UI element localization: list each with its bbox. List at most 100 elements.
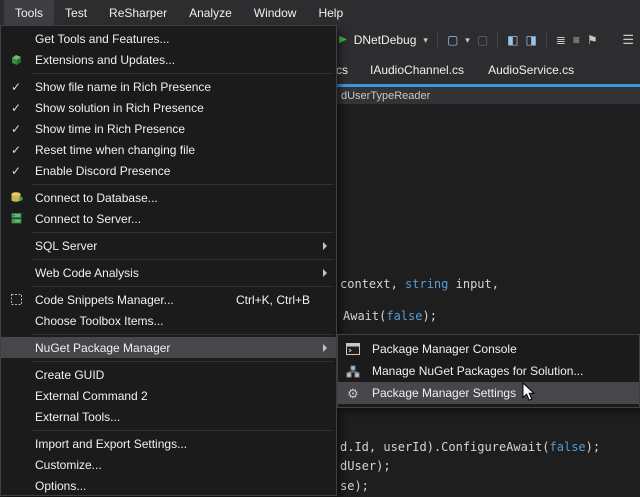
tools-menu: Get Tools and Features... Extensions and…: [0, 25, 337, 496]
toolbar-separator: [437, 32, 438, 48]
menubar-analyze[interactable]: Analyze: [178, 0, 243, 25]
debug-target-label[interactable]: DNetDebug: [354, 33, 417, 47]
menu-item-import-and-export-settings[interactable]: Import and Export Settings...: [1, 433, 336, 454]
code-text: );: [422, 309, 436, 323]
menu-item-web-code-analysis[interactable]: Web Code Analysis: [1, 262, 336, 283]
code-line[interactable]: context, string input,: [340, 277, 499, 291]
list-icon-2[interactable]: ≡: [573, 34, 580, 46]
manage-packages-icon: [338, 360, 368, 382]
navigation-breadcrumb[interactable]: dUserTypeReader: [341, 90, 430, 102]
code-text: );: [586, 440, 600, 454]
menu-bar: Tools Test ReSharper Analyze Window Help: [0, 0, 640, 25]
menu-item-customize[interactable]: Customize...: [1, 454, 336, 475]
tab-label: cs: [336, 63, 348, 77]
menu-item-external-tools[interactable]: External Tools...: [1, 406, 336, 427]
menubar-tools[interactable]: Tools: [4, 0, 54, 25]
nuget-submenu: Package Manager Console Manage NuGet Pac…: [337, 334, 640, 408]
chevron-down-icon[interactable]: ▾: [465, 35, 470, 46]
menubar-test[interactable]: Test: [54, 0, 98, 25]
menu-item-label: External Tools...: [35, 410, 120, 424]
menu-item-label: Enable Discord Presence: [35, 164, 170, 178]
checkmark-icon: ✓: [1, 97, 31, 118]
code-line[interactable]: Await(false);: [343, 309, 437, 323]
tab-audioservice[interactable]: AudioService.cs: [476, 55, 586, 84]
menubar-resharper[interactable]: ReSharper: [98, 0, 178, 25]
menu-item-show-file-name-rich-presence[interactable]: ✓ Show file name in Rich Presence: [1, 76, 336, 97]
bookmark-flag-icon[interactable]: ⚑: [587, 34, 598, 46]
code-keyword: false: [550, 440, 586, 454]
menu-item-label: NuGet Package Manager: [35, 341, 170, 355]
vs-window: context, string input, Await(false); d.I…: [0, 0, 640, 497]
menu-item-show-solution-rich-presence[interactable]: ✓ Show solution in Rich Presence: [1, 97, 336, 118]
menu-item-show-time-rich-presence[interactable]: ✓ Show time in Rich Presence: [1, 118, 336, 139]
code-line[interactable]: se);: [340, 479, 369, 493]
code-line[interactable]: dUser);: [340, 459, 391, 473]
code-line[interactable]: d.Id, userId).ConfigureAwait(false);: [340, 440, 600, 454]
submenu-arrow-icon: [323, 242, 327, 250]
menubar-label: Window: [254, 6, 297, 20]
code-text: se);: [340, 479, 369, 493]
menu-item-label: Connect to Server...: [35, 212, 141, 226]
menu-item-create-guid[interactable]: Create GUID: [1, 364, 336, 385]
menubar-label: ReSharper: [109, 6, 167, 20]
code-text: Await(: [343, 309, 386, 323]
toolbar-separator: [546, 32, 547, 48]
menu-item-label: Show solution in Rich Presence: [35, 101, 204, 115]
menu-item-external-command-2[interactable]: External Command 2: [1, 385, 336, 406]
tab-iaudiochannel[interactable]: IAudioChannel.cs: [358, 55, 476, 84]
start-debugging-icon[interactable]: ▶: [339, 35, 347, 45]
menu-item-label: External Command 2: [35, 389, 148, 403]
menu-item-reset-time-when-changing-file[interactable]: ✓ Reset time when changing file: [1, 139, 336, 160]
pane-right-icon[interactable]: ◨: [526, 34, 537, 46]
code-text: input,: [448, 277, 499, 291]
code-text: dUser);: [340, 459, 391, 473]
menu-item-label: Choose Toolbox Items...: [35, 314, 164, 328]
menu-item-nuget-package-manager[interactable]: NuGet Package Manager: [1, 337, 336, 358]
pane-left-icon[interactable]: ◧: [507, 34, 518, 46]
menu-item-connect-to-server[interactable]: Connect to Server...: [1, 208, 336, 229]
tab-label: AudioService.cs: [488, 63, 574, 77]
menu-item-enable-discord-presence[interactable]: ✓ Enable Discord Presence: [1, 160, 336, 181]
menu-item-code-snippets-manager[interactable]: Code Snippets Manager... Ctrl+K, Ctrl+B: [1, 289, 336, 310]
menu-item-label: Extensions and Updates...: [35, 53, 175, 67]
menubar-label: Help: [318, 6, 343, 20]
gear-icon: ⚙: [338, 382, 368, 404]
extensions-icon: [1, 49, 31, 70]
menu-item-label: Options...: [35, 479, 86, 493]
code-text: d.Id, userId).ConfigureAwait(: [340, 440, 550, 454]
menubar-window[interactable]: Window: [243, 0, 308, 25]
database-connect-icon: [1, 187, 31, 208]
menu-item-label: Reset time when changing file: [35, 143, 195, 157]
menu-item-label: Connect to Database...: [35, 191, 158, 205]
code-keyword: false: [386, 309, 422, 323]
menu-item-connect-to-database[interactable]: Connect to Database...: [1, 187, 336, 208]
menubar-label: Tools: [15, 6, 43, 20]
menu-item-choose-toolbox-items[interactable]: Choose Toolbox Items...: [1, 310, 336, 331]
checkmark-icon: ✓: [1, 139, 31, 160]
list-icon[interactable]: ≣: [556, 34, 566, 46]
menu-item-label: Get Tools and Features...: [35, 32, 170, 46]
menubar-label: Analyze: [189, 6, 232, 20]
menu-item-label: Code Snippets Manager...: [35, 293, 174, 307]
menubar-label: Test: [65, 6, 87, 20]
menu-item-label: Manage NuGet Packages for Solution...: [372, 364, 583, 378]
square-icon[interactable]: ▢: [477, 34, 488, 46]
menu-item-sql-server[interactable]: SQL Server: [1, 235, 336, 256]
menubar-help[interactable]: Help: [307, 0, 354, 25]
menu-item-options[interactable]: Options...: [1, 475, 336, 496]
toolbar-overflow-icon[interactable]: ☰: [622, 32, 634, 48]
menu-item-label: Web Code Analysis: [35, 266, 139, 280]
console-icon: [338, 338, 368, 360]
square-caret-icon[interactable]: ▢: [447, 34, 458, 46]
menu-item-label: Import and Export Settings...: [35, 437, 187, 451]
chevron-down-icon[interactable]: ▾: [423, 35, 428, 46]
submenu-arrow-icon: [323, 269, 327, 277]
menu-item-extensions-and-updates[interactable]: Extensions and Updates...: [1, 49, 336, 70]
menu-item-package-manager-settings[interactable]: ⚙ Package Manager Settings: [338, 382, 639, 404]
menu-item-get-tools-and-features[interactable]: Get Tools and Features...: [1, 28, 336, 49]
menu-item-package-manager-console[interactable]: Package Manager Console: [338, 338, 639, 360]
menu-item-label: Customize...: [35, 458, 102, 472]
menu-item-label: Show file name in Rich Presence: [35, 80, 211, 94]
code-text: context,: [340, 277, 405, 291]
menu-item-manage-nuget-packages-for-solution[interactable]: Manage NuGet Packages for Solution...: [338, 360, 639, 382]
